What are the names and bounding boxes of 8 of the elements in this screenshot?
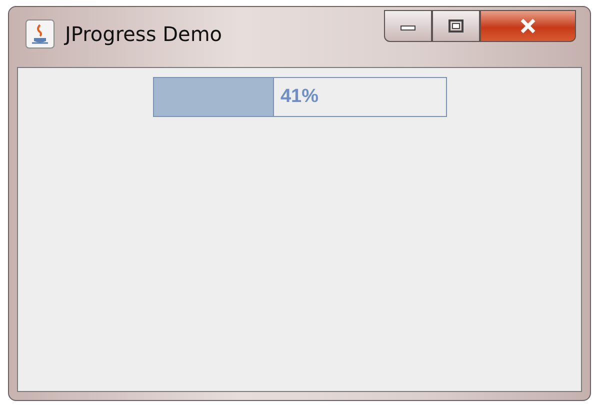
close-button[interactable] (480, 10, 576, 42)
coffee-cup-icon (25, 19, 55, 49)
close-icon (518, 18, 538, 34)
maximize-button[interactable] (432, 10, 480, 42)
window-title: JProgress Demo (65, 22, 222, 46)
progress-percentage: 41% (280, 86, 319, 108)
minimize-button[interactable] (384, 10, 432, 42)
maximize-icon (448, 19, 464, 33)
